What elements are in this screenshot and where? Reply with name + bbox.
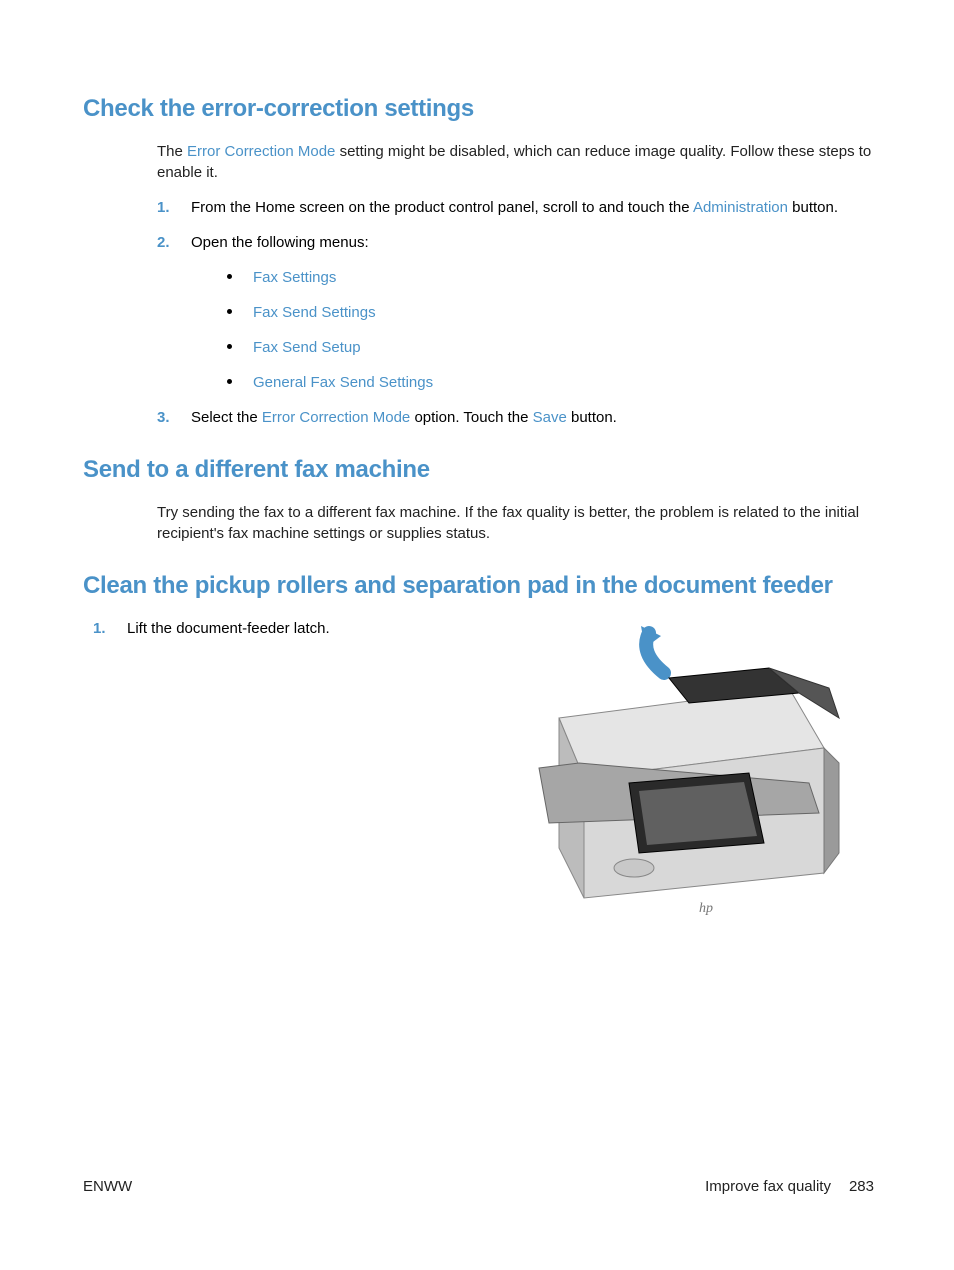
- step-1: 1. Lift the document-feeder latch.: [93, 618, 474, 639]
- heading-error-correction: Check the error-correction settings: [83, 95, 874, 123]
- menu-item: Fax Send Setup: [219, 337, 874, 358]
- footer-section: Improve fax quality: [705, 1178, 831, 1195]
- link-error-correction-mode: Error Correction Mode: [262, 409, 410, 426]
- link-save: Save: [533, 409, 567, 426]
- page-number: 283: [849, 1178, 874, 1195]
- text: option. Touch the: [410, 409, 532, 426]
- text: button.: [567, 409, 617, 426]
- menu-item: Fax Send Settings: [219, 302, 874, 323]
- text: The: [157, 143, 187, 160]
- link-fax-settings: Fax Settings: [253, 269, 336, 286]
- step-1: 1. From the Home screen on the product c…: [157, 197, 874, 218]
- step-number: 1.: [157, 197, 170, 218]
- heading-send-different-fax: Send to a different fax machine: [83, 456, 874, 484]
- step-2: 2. Open the following menus: Fax Setting…: [157, 232, 874, 393]
- link-fax-send-settings: Fax Send Settings: [253, 304, 376, 321]
- step-number: 3.: [157, 407, 170, 428]
- printer-illustration: hp: [489, 618, 859, 918]
- link-fax-send-setup: Fax Send Setup: [253, 339, 361, 356]
- step-number: 1.: [93, 618, 106, 639]
- page-footer: ENWW Improve fax quality 283: [83, 1178, 874, 1195]
- menu-item: Fax Settings: [219, 267, 874, 288]
- footer-right: Improve fax quality 283: [705, 1178, 874, 1195]
- text: button.: [788, 199, 838, 216]
- text: From the Home screen on the product cont…: [191, 199, 693, 216]
- footer-left: ENWW: [83, 1178, 132, 1195]
- paragraph: Try sending the fax to a different fax m…: [157, 502, 874, 544]
- heading-clean-rollers: Clean the pickup rollers and separation …: [83, 572, 874, 600]
- menu-item: General Fax Send Settings: [219, 372, 874, 393]
- text: Lift the document-feeder latch.: [127, 620, 330, 637]
- intro-paragraph: The Error Correction Mode setting might …: [157, 141, 874, 183]
- link-administration: Administration: [693, 199, 788, 216]
- step-number: 2.: [157, 232, 170, 253]
- link-general-fax-send-settings: General Fax Send Settings: [253, 374, 433, 391]
- svg-text:hp: hp: [699, 901, 713, 916]
- text: Open the following menus:: [191, 234, 369, 251]
- link-error-correction-mode: Error Correction Mode: [187, 143, 335, 160]
- step-3: 3. Select the Error Correction Mode opti…: [157, 407, 874, 428]
- text: Select the: [191, 409, 262, 426]
